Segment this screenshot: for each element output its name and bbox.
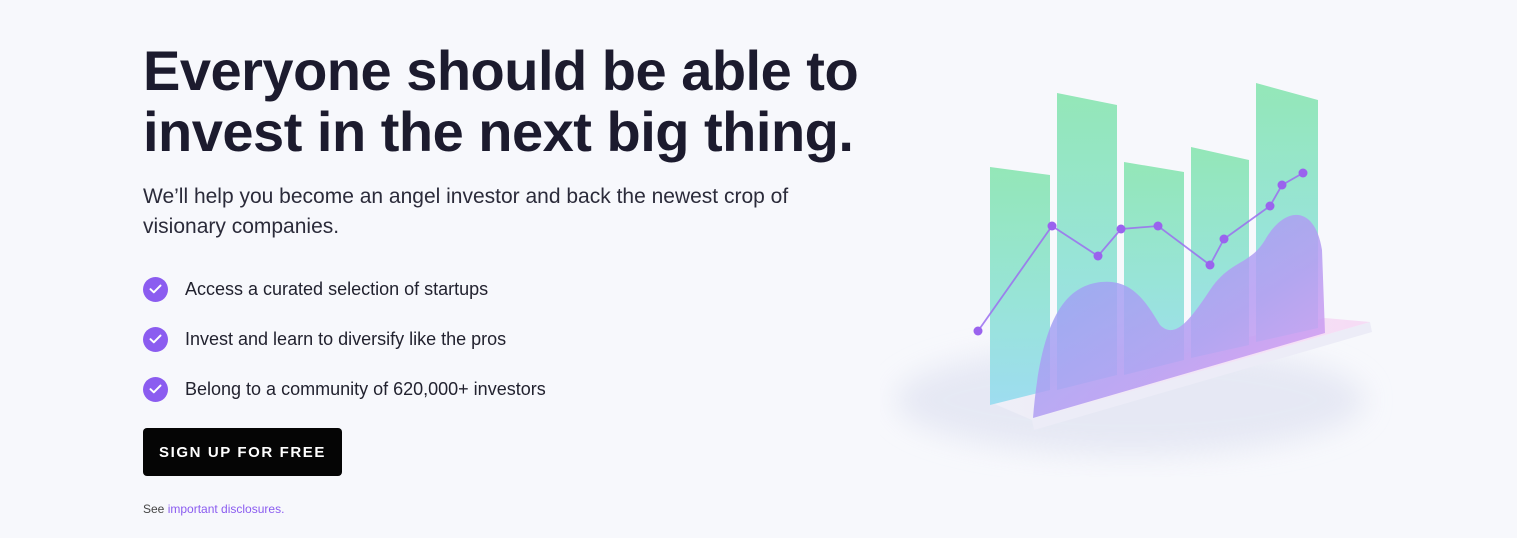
check-circle-icon	[143, 276, 168, 302]
chart-point	[1153, 221, 1163, 231]
headline-line-2: invest in the next big thing.	[143, 100, 854, 163]
chart-point	[1093, 251, 1103, 261]
feature-item: Invest and learn to diversify like the p…	[143, 314, 863, 364]
disclosure-prefix: See	[143, 502, 168, 516]
chart-point	[1219, 234, 1229, 244]
hero-subhead: We’ll help you become an angel investor …	[143, 185, 789, 238]
chart-point	[1265, 201, 1275, 211]
sign-up-button[interactable]: SIGN UP FOR FREE	[143, 428, 342, 476]
feature-label: Invest and learn to diversify like the p…	[185, 328, 507, 349]
hero-section: Everyone should be able to invest in the…	[0, 0, 1517, 538]
check-circle-icon	[143, 326, 168, 352]
chart-point	[1298, 168, 1308, 178]
chart-point	[1116, 224, 1126, 234]
disclosure-note: See important disclosures.	[143, 502, 863, 516]
feature-item: Belong to a community of 620,000+ invest…	[143, 364, 863, 414]
headline-line-1: Everyone should be able to	[143, 39, 859, 102]
chart-point	[1277, 180, 1287, 190]
feature-list: Access a curated selection of startups I…	[143, 264, 863, 414]
chart-point	[1047, 221, 1057, 231]
feature-label: Belong to a community of 620,000+ invest…	[185, 378, 546, 399]
chart-point	[1205, 260, 1215, 270]
chart-point	[973, 326, 983, 336]
hero-headline: Everyone should be able to invest in the…	[143, 40, 863, 162]
disclosures-link[interactable]: important disclosures.	[168, 502, 285, 516]
feature-label: Access a curated selection of startups	[185, 278, 489, 299]
feature-item: Access a curated selection of startups	[143, 264, 863, 314]
check-circle-icon	[143, 376, 168, 402]
hero-content: Everyone should be able to invest in the…	[143, 40, 863, 516]
chart-illustration	[895, 83, 1372, 455]
